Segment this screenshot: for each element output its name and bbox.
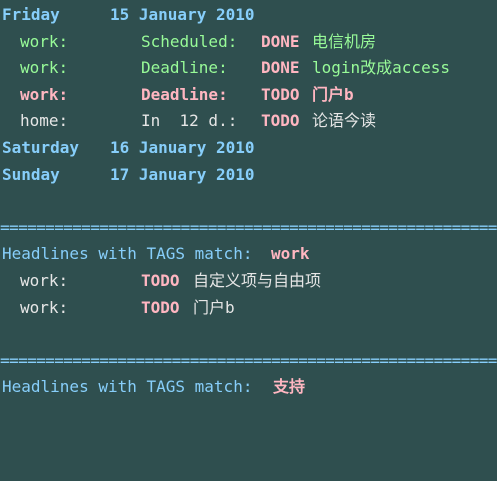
entry-time-label: Deadline: — [141, 84, 228, 104]
entry-keyword: TODO — [141, 297, 180, 317]
block-separator: ========================================… — [0, 350, 497, 370]
agenda-day-heading[interactable]: Saturday 16 January 2010 — [0, 135, 497, 162]
date: 17 January 2010 — [110, 164, 255, 184]
agenda-day-heading[interactable]: Sunday 17 January 2010 — [0, 162, 497, 189]
weekday: Saturday — [2, 137, 80, 157]
entry-time-label: Deadline: — [141, 58, 228, 78]
tags-match-tag: 支持 — [273, 377, 306, 397]
agenda-entry[interactable]: work: Scheduled: DONE 电信机房 — [0, 29, 497, 56]
entry-keyword: TODO — [261, 84, 300, 104]
entry-category: work: — [20, 84, 69, 104]
entry-category: home: — [20, 111, 69, 131]
entry-category: work: — [20, 31, 69, 51]
entry-keyword: DONE — [261, 31, 300, 51]
date: 15 January 2010 — [110, 5, 255, 24]
entry-time-label: Scheduled: — [141, 31, 238, 51]
entry-title: 论语今读 — [312, 111, 377, 131]
tags-match-header: Headlines with TAGS match: work — [0, 241, 497, 268]
entry-time-label: In 12 d.: — [141, 111, 238, 131]
tags-match-tag: work — [271, 244, 310, 264]
entry-title: 门户b — [312, 84, 354, 104]
agenda-entry[interactable]: work: Deadline: DONE login改成access — [0, 55, 497, 82]
tags-match-header: Headlines with TAGS match: 支持 — [0, 374, 497, 401]
entry-keyword: TODO — [261, 111, 300, 131]
tags-match-entry[interactable]: work: TODO 门户b — [0, 295, 497, 322]
tags-match-prefix: Headlines with TAGS match: — [2, 377, 253, 397]
agenda-entry[interactable]: work: Deadline: TODO 门户b — [0, 82, 497, 109]
entry-title: 自定义项与自由项 — [193, 270, 322, 290]
entry-title: login改成access — [312, 58, 450, 78]
entry-keyword: TODO — [141, 270, 180, 290]
entry-keyword: DONE — [261, 58, 300, 78]
entry-title: 电信机房 — [312, 31, 377, 51]
block-separator: ========================================… — [0, 217, 497, 237]
tags-match-prefix: Headlines with TAGS match: — [2, 244, 253, 264]
entry-category: work: — [20, 58, 69, 78]
tags-match-entry[interactable]: work: TODO 自定义项与自由项 — [0, 268, 497, 295]
entry-category: work: — [20, 297, 69, 317]
date: 16 January 2010 — [110, 137, 255, 157]
weekday: Sunday — [2, 164, 60, 184]
agenda-entry[interactable]: home: In 12 d.: TODO 论语今读 — [0, 108, 497, 135]
agenda-day-heading[interactable]: Friday 15 January 2010 — [0, 2, 497, 29]
weekday: Friday — [2, 5, 60, 24]
entry-title: 门户b — [193, 297, 235, 317]
org-agenda-view: Friday 15 January 2010 work: Scheduled: … — [0, 0, 497, 442]
entry-category: work: — [20, 270, 69, 290]
